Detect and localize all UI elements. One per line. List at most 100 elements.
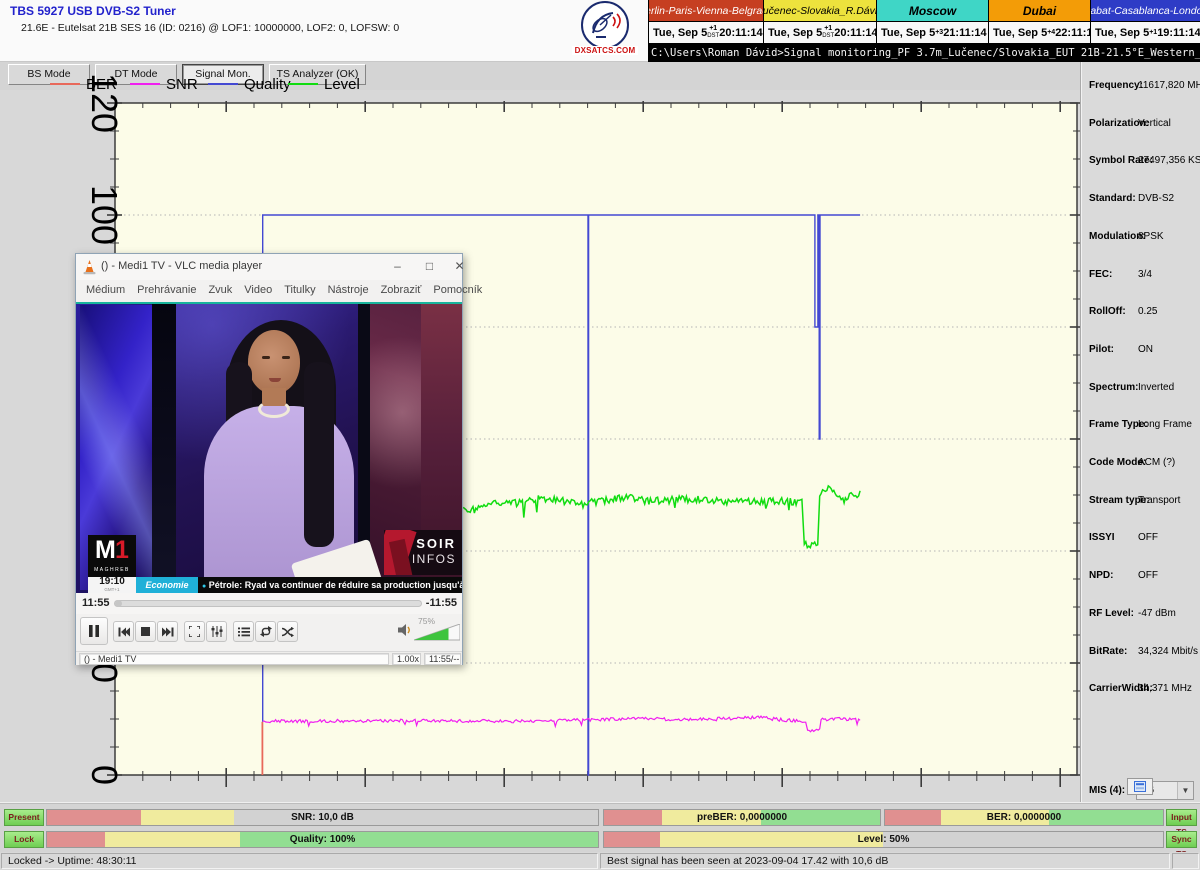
stop-icon: [141, 627, 150, 636]
param-label: Pilot:: [1089, 344, 1114, 355]
world-clocks: Berlin-Paris-Vienna-BelgradeTue, Sep 5+1…: [648, 0, 1200, 44]
clock-rabat-casablanca-london: Rabat-Casablanca-LondonTue, Sep 5+119:11…: [1090, 0, 1200, 44]
fullscreen-button[interactable]: [184, 621, 205, 642]
param-fec-: FEC:3/4: [1081, 269, 1200, 283]
presenter-face: [248, 330, 300, 394]
chevron-down-icon: ▼: [1177, 782, 1193, 799]
clock-city: Moscow: [877, 0, 988, 22]
presenter-eye-right: [282, 356, 290, 359]
broadcast-time: 19:10: [88, 577, 136, 587]
param-value: -47 dBm: [1138, 608, 1176, 619]
vlc-controls-bar: 75%: [76, 614, 462, 651]
playlist-button[interactable]: [233, 621, 254, 642]
vlc-menu-m-dium[interactable]: Médium: [80, 280, 131, 302]
presenter-necklace: [258, 400, 290, 418]
meter-label: Level: 50%: [604, 832, 1163, 847]
next-button[interactable]: [157, 621, 178, 642]
previous-button[interactable]: [113, 621, 134, 642]
meter-label: preBER: 0,0000000: [604, 810, 880, 825]
param-label: RollOff:: [1089, 306, 1126, 317]
param-value: Transport: [1138, 495, 1180, 506]
param-value: 8PSK: [1138, 231, 1164, 242]
vlc-window-title: () - Medi1 TV - VLC media player: [101, 260, 262, 272]
soir-infos-logo: SOIR INFOS: [384, 530, 462, 575]
param-value: 0.25: [1138, 306, 1157, 317]
infos-text: INFOS: [412, 552, 456, 566]
param-value: OFF: [1138, 532, 1158, 543]
lock-indicator: Lock: [4, 831, 44, 848]
present-indicator: Present: [4, 809, 44, 826]
param-rolloff-: RollOff: 0.25: [1081, 306, 1200, 320]
param-frequency-: Frequency:11617,820 MHz: [1081, 80, 1200, 94]
legend-label-quality: Quality: [244, 76, 291, 93]
presenter-hair-strand-right: [304, 362, 334, 547]
logo-caption: DXSATCS.COM: [572, 46, 638, 55]
param-value: Long Frame: [1138, 419, 1192, 430]
legend-label-ber: BER: [86, 76, 117, 93]
lock-uptime-status: Locked -> Uptime: 48:30:11: [1, 853, 598, 869]
clock-berlin-paris-vienna-belgrade: Berlin-Paris-Vienna-BelgradeTue, Sep 5+1…: [648, 0, 763, 44]
shuffle-button[interactable]: [277, 621, 298, 642]
vlc-menu-pomocn-k[interactable]: Pomocník: [427, 280, 488, 302]
clock-dubai: DubaiTue, Sep 5+422:11:14: [988, 0, 1090, 44]
param-value: ON: [1138, 344, 1153, 355]
input-ts-indicator: Input TS: [1166, 809, 1197, 826]
param-carrierwidth-: CarrierWidth:34,371 MHz: [1081, 683, 1200, 697]
vlc-menu-n-stroje[interactable]: Nástroje: [322, 280, 375, 302]
vlc-video-area[interactable]: M 1 MAGHREB 19:10 GMT+1 Economie ● Pétro…: [76, 302, 462, 593]
time-display-field[interactable]: 11:55/--:--: [424, 653, 461, 665]
stop-button[interactable]: [135, 621, 156, 642]
vlc-menu-video[interactable]: Video: [238, 280, 278, 302]
param-value: 34,324 Mbit/s: [1138, 646, 1198, 657]
svg-text:0: 0: [84, 765, 125, 785]
playback-rate-field[interactable]: 1.00x: [392, 653, 421, 665]
param-label: Spectrum:: [1089, 382, 1138, 393]
vlc-menu-prehr-vanie[interactable]: Prehrávanie: [131, 280, 202, 302]
fullscreen-icon: [189, 626, 200, 637]
volume-slider[interactable]: [414, 624, 460, 641]
param-value: OFF: [1138, 570, 1158, 581]
vlc-menubar: MédiumPrehrávanieZvukVideoTitulkyNástroj…: [76, 280, 462, 302]
meter-label: Quality: 100%: [47, 832, 598, 847]
transponder-subtitle: 21.6E - Eutelsat 21B SES 16 (ID: 0216) @…: [21, 22, 399, 34]
loop-button[interactable]: [255, 621, 276, 642]
pause-icon: [88, 624, 100, 638]
vlc-status-row: () - Medi1 TV 1.00x 11:55/--:--: [76, 651, 462, 665]
vlc-menu-zobrazi-[interactable]: Zobraziť: [375, 280, 428, 302]
ticker-bullet-icon: ●: [202, 583, 206, 590]
video-top-line: [76, 302, 462, 304]
param-value: Inverted: [1138, 382, 1174, 393]
clock-time: Tue, Sep 5+119:11:14: [1091, 22, 1200, 43]
sidebar-tool-button[interactable]: [1127, 778, 1153, 795]
minimize-button[interactable]: –: [384, 257, 411, 276]
level-meter: Level: 50%: [603, 831, 1164, 848]
clock-city: Berlin-Paris-Vienna-Belgrade: [649, 0, 763, 22]
param-value: Vertical: [1138, 118, 1171, 129]
legend-label-level: Level: [324, 76, 360, 93]
param-spectrum-: Spectrum:Inverted: [1081, 382, 1200, 396]
vlc-titlebar[interactable]: () - Medi1 TV - VLC media player – □ ✕: [76, 254, 462, 280]
logo-maghreb-text: MAGHREB: [88, 567, 136, 573]
clock-time: Tue, Sep 5+1DST20:11:14: [764, 22, 876, 43]
close-button[interactable]: ✕: [446, 257, 473, 276]
param-frame-type-: Frame Type:Long Frame: [1081, 419, 1200, 433]
param-value: 34,371 MHz: [1138, 683, 1192, 694]
layers-icon: [1134, 781, 1146, 792]
pause-button[interactable]: [80, 617, 108, 645]
vlc-menu-zvuk[interactable]: Zvuk: [202, 280, 238, 302]
param-label: BitRate:: [1089, 646, 1127, 657]
param-label: Standard:: [1089, 193, 1136, 204]
statusbar: Locked -> Uptime: 48:30:11 Best signal h…: [0, 852, 1200, 870]
param-code-mode-: Code Mode:ACM (?): [1081, 457, 1200, 471]
seek-handle[interactable]: [115, 600, 122, 607]
vlc-menu-titulky[interactable]: Titulky: [278, 280, 321, 302]
best-signal-status: Best signal has been seen at 2023-09-04 …: [600, 853, 1170, 869]
param-value: DVB-S2: [1138, 193, 1174, 204]
param-value: ACM (?): [1138, 457, 1175, 468]
dxsatcs-logo: DXSATCS.COM: [572, 0, 638, 61]
seek-slider[interactable]: [114, 600, 422, 607]
header: TBS 5927 USB DVB-S2 Tuner 21.6E - Eutels…: [0, 0, 648, 62]
extended-settings-button[interactable]: [206, 621, 227, 642]
volume-icon[interactable]: [398, 623, 413, 637]
maximize-button[interactable]: □: [416, 257, 443, 276]
